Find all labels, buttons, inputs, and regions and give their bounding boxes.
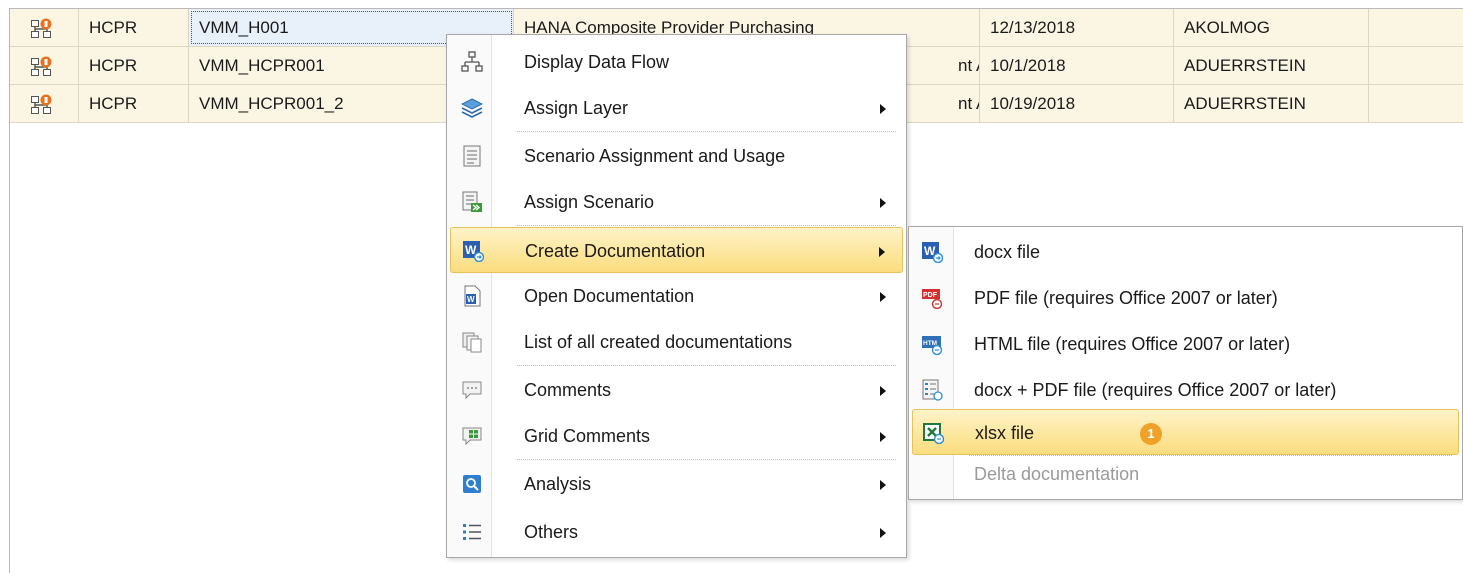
user-cell[interactable]: ADUERRSTEIN [1174, 47, 1369, 84]
menu-item-open-documentation[interactable]: W Open Documentation [450, 273, 903, 319]
menu-item-label: Open Documentation [524, 286, 695, 306]
menu-item-label: Grid Comments [524, 426, 651, 446]
submenu-item-pdf[interactable]: PDF PDF file (requires Office 2007 or la… [912, 275, 1459, 321]
menu-item-label: Scenario Assignment and Usage [524, 146, 786, 166]
composite-provider-icon [31, 18, 52, 38]
step-badge: 1 [1140, 423, 1162, 445]
analysis-icon [463, 475, 481, 493]
document-list-icon [463, 145, 481, 167]
assign-scenario-icon [462, 191, 482, 212]
date-cell[interactable]: 10/1/2018 [980, 47, 1174, 84]
menu-item-label: Analysis [524, 474, 592, 494]
date-cell[interactable]: 12/13/2018 [980, 9, 1174, 46]
submenu-item-docx-pdf[interactable]: docx + PDF file (requires Office 2007 or… [912, 367, 1459, 413]
documentation-submenu: W docx file PDF PDF file (requires Offic… [908, 226, 1463, 500]
composite-provider-icon [31, 94, 52, 114]
menu-item-label: Display Data Flow [524, 52, 670, 72]
empty-cell[interactable] [1369, 85, 1463, 122]
submenu-item-label: Delta documentation [974, 464, 1140, 484]
menu-item-list-documentations[interactable]: List of all created documentations [450, 319, 903, 365]
row-icon-cell [10, 9, 79, 46]
menu-item-label: Assign Scenario [524, 192, 655, 212]
context-menu: Display Data Flow Assign Layer Scenario … [446, 34, 907, 558]
row-icon-cell [10, 85, 79, 122]
submenu-item-label: xlsx file [975, 423, 1035, 443]
data-flow-icon [461, 51, 483, 72]
menu-separator [517, 365, 896, 366]
submenu-item-docx[interactable]: W docx file [912, 229, 1459, 275]
svg-text:PDF: PDF [923, 292, 938, 299]
menu-item-analysis[interactable]: Analysis [450, 461, 903, 507]
menu-item-display-data-flow[interactable]: Display Data Flow [450, 39, 903, 85]
menu-item-grid-comments[interactable]: Grid Comments [450, 413, 903, 459]
submenu-arrow-icon [880, 386, 886, 396]
list-icon [463, 524, 481, 540]
date-cell[interactable]: 10/19/2018 [980, 85, 1174, 122]
layer-icon [461, 98, 483, 118]
menu-item-assign-layer[interactable]: Assign Layer [450, 85, 903, 131]
grid-comment-icon [462, 427, 482, 446]
type-cell[interactable]: HCPR [79, 85, 189, 122]
row-icon-cell [10, 47, 79, 84]
type-cell[interactable]: HCPR [79, 9, 189, 46]
menu-item-others[interactable]: Others [450, 509, 903, 555]
menu-separator [517, 225, 896, 226]
menu-item-label: Others [524, 522, 579, 542]
menu-item-label: Assign Layer [524, 98, 629, 118]
submenu-item-label: docx + PDF file (requires Office 2007 or… [974, 380, 1337, 400]
comment-icon [462, 381, 482, 400]
submenu-arrow-icon [880, 432, 886, 442]
open-doc-icon: W [464, 285, 481, 307]
empty-cell[interactable] [1369, 47, 1463, 84]
submenu-arrow-icon [880, 480, 886, 490]
pdf-icon: PDF [922, 289, 943, 309]
submenu-arrow-icon [880, 104, 886, 114]
svg-text:W: W [467, 295, 475, 304]
word-doc-icon: W [463, 241, 484, 262]
menu-item-assign-scenario[interactable]: Assign Scenario [450, 179, 903, 225]
empty-cell[interactable] [1369, 9, 1463, 46]
composite-provider-icon [31, 56, 52, 76]
menu-separator [517, 131, 896, 132]
submenu-item-label: docx file [974, 242, 1041, 262]
type-cell[interactable]: HCPR [79, 47, 189, 84]
submenu-arrow-icon [879, 247, 885, 257]
menu-item-label: List of all created documentations [524, 332, 793, 352]
menu-item-label: Comments [524, 380, 612, 400]
menu-item-scenario-assignment[interactable]: Scenario Assignment and Usage [450, 133, 903, 179]
html-icon: HTM [922, 336, 943, 355]
docx-icon: W [922, 242, 943, 263]
submenu-item-html[interactable]: HTM HTML file (requires Office 2007 or l… [912, 321, 1459, 367]
submenu-arrow-icon [880, 198, 886, 208]
submenu-arrow-icon [880, 528, 886, 538]
submenu-item-label: HTML file (requires Office 2007 or later… [974, 334, 1291, 354]
submenu-item-delta-documentation: Delta documentation [912, 451, 1459, 497]
user-cell[interactable]: ADUERRSTEIN [1174, 85, 1369, 122]
submenu-item-xlsx[interactable]: xlsx file 1 [912, 409, 1459, 455]
copy-docs-icon [462, 332, 482, 353]
submenu-item-label: PDF file (requires Office 2007 or later) [974, 288, 1278, 308]
menu-item-label: Create Documentation [525, 241, 706, 261]
user-cell[interactable]: AKOLMOG [1174, 9, 1369, 46]
submenu-arrow-icon [880, 292, 886, 302]
menu-item-comments[interactable]: Comments [450, 367, 903, 413]
menu-separator [517, 459, 896, 460]
menu-item-create-documentation[interactable]: W Create Documentation [450, 227, 903, 273]
excel-icon [923, 423, 944, 444]
docx-pdf-icon [922, 379, 943, 401]
